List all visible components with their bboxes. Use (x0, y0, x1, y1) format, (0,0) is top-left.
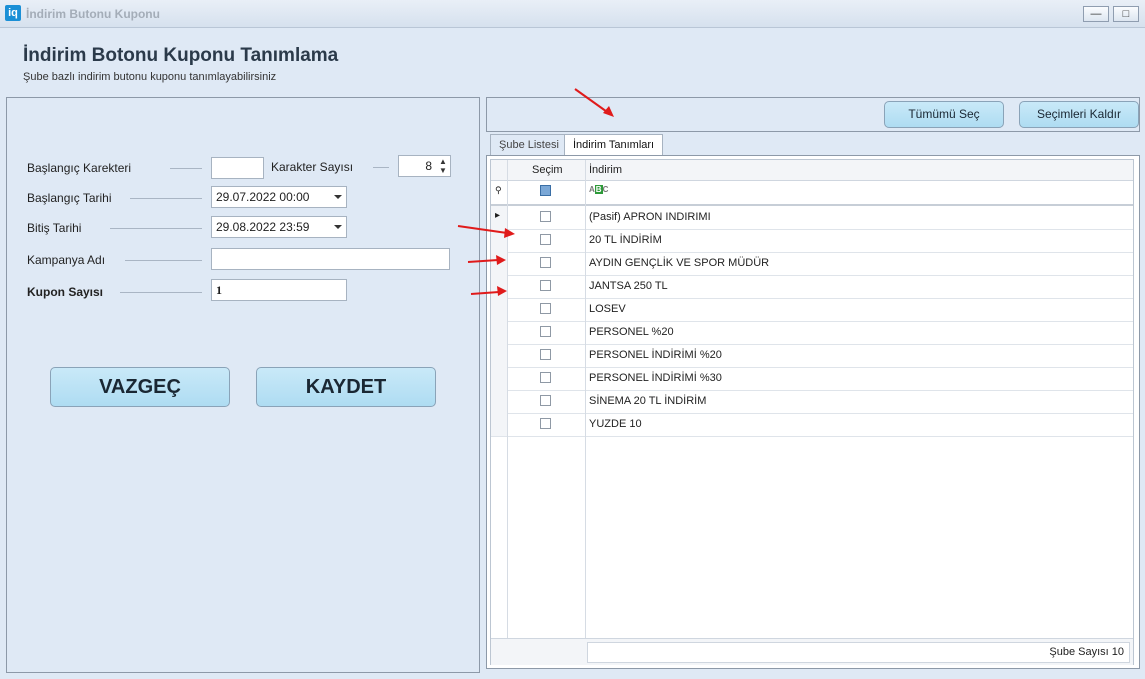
row-select-checkbox[interactable] (540, 349, 551, 360)
filter-row: ⚲ ABC (491, 180, 1133, 206)
start-char-input[interactable] (211, 157, 264, 179)
coupon-count-input[interactable]: 1 (211, 279, 347, 301)
table-row[interactable]: YUZDE 10 (491, 413, 1133, 437)
start-char-label: Başlangıç Karekteri (27, 161, 132, 175)
table-row[interactable]: SİNEMA 20 TL İNDİRİM (491, 390, 1133, 414)
table-row[interactable]: PERSONEL %20 (491, 321, 1133, 345)
row-select-checkbox[interactable] (540, 395, 551, 406)
abc-text-filter-icon[interactable]: ABC (589, 185, 608, 194)
column-header-discount[interactable]: İndirim (589, 160, 622, 180)
start-date-picker[interactable]: 29.07.2022 00:00 (211, 186, 347, 208)
table-row[interactable]: 20 TL İNDİRİM (491, 229, 1133, 253)
discount-name: YUZDE 10 (589, 418, 642, 430)
row-indicator[interactable] (491, 390, 508, 413)
campaign-name-label: Kampanya Adı (27, 253, 106, 267)
branch-count-summary: Şube Sayısı 10 (587, 642, 1130, 663)
table-row[interactable]: ▸ (Pasif) APRON INDIRIMI (491, 206, 1133, 230)
table-row[interactable]: LOSEV (491, 298, 1133, 322)
row-select-checkbox[interactable] (540, 211, 551, 222)
divider (110, 228, 202, 229)
discount-name: PERSONEL %20 (589, 326, 674, 338)
app-logo-icon: iq (5, 5, 21, 21)
start-date-value: 29.07.2022 00:00 (216, 190, 310, 204)
title-bar: iq İndirim Butonu Kuponu — □ (0, 0, 1145, 28)
chevron-down-icon[interactable] (334, 195, 342, 199)
minimize-button[interactable]: — (1083, 6, 1109, 22)
maximize-button[interactable]: □ (1113, 6, 1139, 22)
discount-name: PERSONEL İNDİRİMİ %20 (589, 349, 722, 361)
table-row[interactable]: PERSONEL İNDİRİMİ %30 (491, 367, 1133, 391)
coupon-count-label: Kupon Sayısı (27, 285, 104, 299)
row-indicator[interactable] (491, 367, 508, 390)
row-indicator[interactable] (491, 321, 508, 344)
divider (130, 198, 202, 199)
discount-name: JANTSA 250 TL (589, 280, 668, 292)
row-indicator[interactable] (491, 344, 508, 367)
campaign-name-input[interactable] (211, 248, 450, 270)
divider (125, 260, 202, 261)
discount-name: PERSONEL İNDİRİMİ %30 (589, 372, 722, 384)
row-select-checkbox[interactable] (540, 303, 551, 314)
cancel-button[interactable]: VAZGEÇ (50, 367, 230, 407)
divider (373, 167, 389, 168)
annotation-arrow-icon (470, 286, 507, 296)
save-button[interactable]: KAYDET (256, 367, 436, 407)
page-subtitle: Şube bazlı indirim butonu kuponu tanımla… (23, 71, 277, 83)
row-select-checkbox[interactable] (540, 234, 551, 245)
pin-icon: ⚲ (495, 185, 502, 195)
window-title: İndirim Butonu Kuponu (26, 7, 160, 21)
column-header-selection[interactable]: Seçim (532, 160, 563, 180)
row-indicator[interactable] (491, 298, 508, 321)
row-select-checkbox[interactable] (540, 326, 551, 337)
end-date-value: 29.08.2022 23:59 (216, 220, 310, 234)
divider (170, 168, 202, 169)
table-row[interactable]: JANTSA 250 TL (491, 275, 1133, 299)
end-date-label: Bitiş Tarihi (27, 221, 82, 235)
chevron-down-icon[interactable] (334, 225, 342, 229)
char-count-label: Karakter Sayısı (271, 160, 354, 174)
grid-header: Seçim İndirim (491, 160, 1133, 181)
char-count-stepper[interactable]: 8 ▲ ▼ (398, 155, 451, 177)
discount-grid-panel: Seçim İndirim ⚲ ABC ▸ (Pasif) APRON INDIR… (486, 155, 1140, 669)
annotation-arrow-icon (467, 255, 506, 265)
discount-name: (Pasif) APRON INDIRIMI (589, 211, 711, 223)
spin-arrows-icon[interactable]: ▲ ▼ (438, 157, 448, 175)
table-row[interactable]: AYDIN GENÇLİK VE SPOR MÜDÜR (491, 252, 1133, 276)
column-divider (585, 160, 586, 638)
grid-footer: Şube Sayısı 10 (491, 638, 1133, 665)
row-indicator[interactable] (491, 413, 508, 436)
checkbox-filter-icon[interactable] (540, 185, 551, 196)
tab-branch-list[interactable]: Şube Listesi (490, 134, 568, 155)
discount-name: AYDIN GENÇLİK VE SPOR MÜDÜR (589, 257, 770, 269)
annotation-arrow-icon (457, 225, 515, 238)
current-row-icon: ▸ (495, 210, 501, 221)
page-title: İndirim Botonu Kuponu Tanımlama (23, 45, 339, 66)
char-count-value: 8 (425, 159, 432, 173)
tab-discount-definitions[interactable]: İndirim Tanımları (564, 134, 664, 156)
annotation-arrow-icon (574, 88, 614, 117)
clear-selection-button[interactable]: Seçimleri Kaldır (1019, 101, 1139, 128)
row-select-checkbox[interactable] (540, 418, 551, 429)
select-all-button[interactable]: Tümümü Seç (884, 101, 1004, 128)
row-select-checkbox[interactable] (540, 372, 551, 383)
discount-name: 20 TL İNDİRİM (589, 234, 662, 246)
divider (120, 292, 202, 293)
row-select-checkbox[interactable] (540, 257, 551, 268)
discount-name: SİNEMA 20 TL İNDİRİM (589, 395, 707, 407)
table-row[interactable]: PERSONEL İNDİRİMİ %20 (491, 344, 1133, 368)
discount-grid: Seçim İndirim ⚲ ABC ▸ (Pasif) APRON INDIR… (490, 159, 1134, 665)
start-date-label: Başlangıç Tarihi (27, 191, 112, 205)
discount-name: LOSEV (589, 303, 626, 315)
end-date-picker[interactable]: 29.08.2022 23:59 (211, 216, 347, 238)
row-select-checkbox[interactable] (540, 280, 551, 291)
